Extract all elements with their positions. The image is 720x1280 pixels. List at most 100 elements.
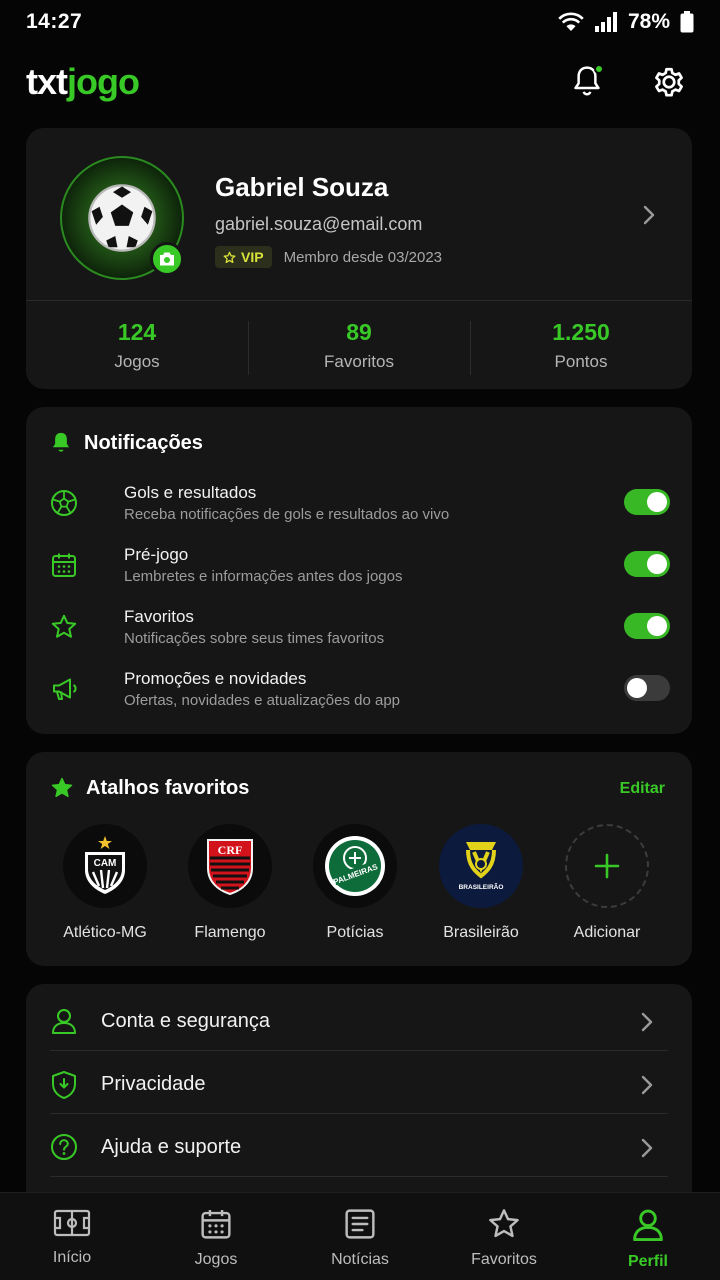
star-icon	[51, 614, 77, 638]
notification-dot	[594, 64, 604, 74]
shortcut-label: Potícias	[326, 924, 384, 941]
svg-text:CRF: CRF	[218, 843, 243, 857]
notif-description: Receba notificações de gols e resultados…	[124, 506, 450, 523]
star-icon	[489, 1209, 519, 1238]
chevron-right-icon	[641, 1138, 653, 1158]
profile-stats: 124 Jogos 89 Favoritos 1.250 Pontos	[26, 301, 692, 389]
shortcut-add[interactable]: Adicionar	[547, 824, 667, 942]
palmeiras-crest-icon: PALMEIRAS	[313, 824, 397, 908]
nav-item-favorites[interactable]: Favoritos	[432, 1193, 576, 1280]
settings-button[interactable]	[650, 63, 688, 101]
notif-description: Notificações sobre seus times favoritos	[124, 630, 385, 647]
field-icon	[53, 1209, 91, 1237]
nav-item-news[interactable]: Notícias	[288, 1193, 432, 1280]
atletico-mg-crest-icon: CAM	[63, 824, 147, 908]
notif-row-goals: Gols e resultados Receba notificações de…	[50, 483, 670, 531]
notifications-header: Notificações	[50, 431, 203, 455]
shortcuts-title: Atalhos favoritos	[86, 776, 250, 799]
profile-name: Gabriel Souza	[215, 172, 389, 202]
soccer-ball-icon	[51, 490, 77, 516]
menu-label: Conta e segurança	[101, 1010, 271, 1032]
shortcut-label: Flamengo	[194, 924, 266, 941]
notif-title: Promoções e novidades	[124, 669, 307, 688]
notifications-button[interactable]	[568, 63, 606, 101]
shortcut-atletico-mg[interactable]: CAM Atlético-MG	[45, 824, 165, 942]
stat-favorites[interactable]: 89 Favoritos	[248, 319, 470, 375]
notif-row-promotions: Promoções e novidades Ofertas, novidades…	[50, 669, 670, 717]
toggle-pregame[interactable]	[624, 551, 670, 577]
nav-item-profile[interactable]: Perfil	[576, 1193, 720, 1280]
vip-badge: VIP	[215, 246, 272, 268]
settings-menu-card: Conta e segurança Privacidade Ajuda e su…	[26, 984, 692, 1214]
toggle-favorites[interactable]	[624, 613, 670, 639]
menu-item-account-security[interactable]: Conta e segurança	[50, 989, 668, 1051]
member-since: Membro desde 03/2023	[283, 248, 443, 266]
status-bar: 14:27 78%	[0, 0, 720, 44]
help-icon	[51, 1134, 77, 1160]
nav-item-games[interactable]: Jogos	[144, 1193, 288, 1280]
camera-icon	[160, 252, 174, 266]
notif-description: Ofertas, novidades e atualizações do app	[124, 692, 401, 709]
toggle-goals[interactable]	[624, 489, 670, 515]
calendar-icon	[52, 553, 76, 577]
nav-label: Favoritos	[471, 1251, 537, 1268]
notif-row-pregame: Pré-jogo Lembretes e informações antes d…	[50, 545, 670, 593]
status-icons: 78%	[558, 10, 694, 34]
user-icon	[52, 1009, 76, 1034]
notifications-card: Notificações Gols e resultados Receba no…	[26, 407, 692, 734]
megaphone-icon	[53, 678, 77, 700]
shortcut-label: Adicionar	[573, 924, 641, 941]
notif-title: Favoritos	[124, 607, 194, 626]
notif-description: Lembretes e informações antes dos jogos	[124, 568, 403, 585]
shortcut-brasileirao[interactable]: BRASILEIRÃO Brasileirão	[421, 824, 541, 942]
nav-label: Perfil	[627, 1253, 668, 1270]
shortcuts-card: Atalhos favoritos Editar CAM Atlético-MG…	[26, 752, 692, 966]
nav-label: Início	[52, 1249, 92, 1266]
menu-label: Ajuda e suporte	[101, 1136, 242, 1158]
nav-item-home[interactable]: Início	[0, 1193, 144, 1280]
battery-icon	[680, 11, 694, 33]
shortcut-label: Atlético-MG	[63, 924, 147, 941]
nav-label: Jogos	[194, 1251, 238, 1268]
app-logo: txtjogo	[26, 61, 140, 102]
gear-icon	[655, 67, 683, 97]
chevron-right-icon	[641, 1075, 653, 1095]
status-time: 14:27	[26, 10, 83, 33]
profile-card: Gabriel Souza gabriel.souza@email.com VI…	[26, 128, 692, 389]
flamengo-crest-icon: CRF	[188, 824, 272, 908]
stat-games[interactable]: 124 Jogos	[26, 319, 248, 372]
change-photo-button[interactable]	[150, 242, 184, 276]
add-shortcut-button[interactable]	[565, 824, 649, 908]
avatar-container	[60, 156, 184, 280]
svg-text:CAM: CAM	[94, 858, 117, 869]
signal-icon	[594, 12, 618, 32]
stat-points[interactable]: 1.250 Pontos	[470, 319, 692, 375]
svg-text:BRASILEIRÃO: BRASILEIRÃO	[459, 882, 504, 891]
nav-label: Notícias	[331, 1251, 389, 1268]
plus-icon	[594, 853, 620, 879]
menu-item-help-support[interactable]: Ajuda e suporte	[50, 1115, 668, 1177]
notif-row-favorites: Favoritos Notificações sobre seus times …	[50, 607, 670, 655]
notif-title: Gols e resultados	[124, 483, 257, 502]
profile-summary[interactable]: Gabriel Souza gabriel.souza@email.com VI…	[26, 128, 692, 300]
star-icon	[223, 251, 236, 263]
shortcuts-header: Atalhos favoritos	[50, 776, 249, 800]
profile-email: gabriel.souza@email.com	[215, 214, 423, 234]
battery-percent: 78%	[627, 10, 670, 33]
wifi-icon	[558, 12, 584, 32]
menu-item-privacy[interactable]: Privacidade	[50, 1052, 668, 1114]
soccer-ball-avatar-icon	[88, 184, 156, 252]
brasileirao-logo-icon: BRASILEIRÃO	[439, 824, 523, 908]
edit-shortcuts-link[interactable]: Editar	[620, 780, 665, 798]
menu-label: Privacidade	[101, 1073, 206, 1095]
shortcut-flamengo[interactable]: CRF Flamengo	[170, 824, 290, 942]
calendar-icon	[201, 1210, 231, 1239]
shield-icon	[52, 1071, 76, 1099]
shortcut-palmeiras[interactable]: PALMEIRAS Potícias	[295, 824, 415, 942]
user-icon	[633, 1209, 663, 1242]
notif-title: Pré-jogo	[124, 545, 189, 564]
chevron-right-icon	[643, 205, 655, 225]
bell-icon	[52, 432, 70, 452]
toggle-promotions[interactable]	[624, 675, 670, 701]
notifications-title: Notificações	[84, 431, 203, 454]
